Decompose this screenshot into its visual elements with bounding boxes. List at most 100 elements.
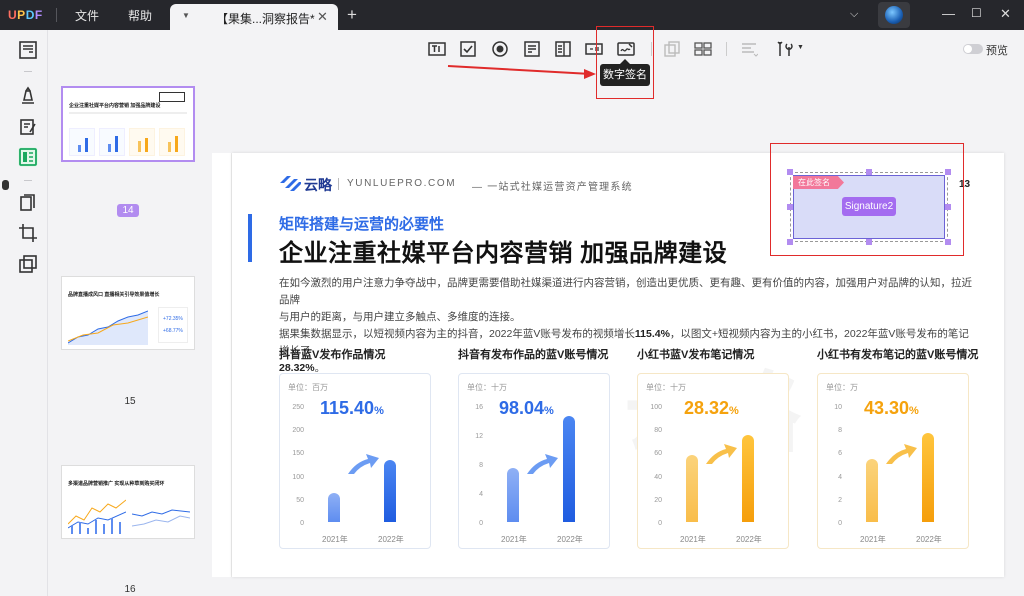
organize-pages-icon[interactable] xyxy=(18,193,38,213)
thumbnail-page-16[interactable]: 多渠道品牌营销推广 实现从种草到购买闭环 xyxy=(61,465,195,539)
bar-2021年 xyxy=(507,468,519,522)
bar-2022年 xyxy=(563,416,575,522)
resize-handle[interactable] xyxy=(945,169,951,175)
page-tools-icon[interactable] xyxy=(18,254,38,274)
thumbnail-page-14[interactable]: 企业注重社媒平台内容营销 加强品牌建设 xyxy=(61,86,195,162)
page-title: 企业注重社媒平台内容营销 加强品牌建设 xyxy=(279,240,728,267)
page-number-15: 15 xyxy=(124,396,136,407)
thumbnail-chart xyxy=(69,128,95,156)
align-icon[interactable] xyxy=(740,40,759,58)
crop-icon[interactable] xyxy=(18,223,38,243)
checkbox-icon[interactable] xyxy=(459,40,477,58)
paragraph-line: 与用户的距离，与用户建立多触点、多维度的连接。 xyxy=(279,311,521,323)
form-tools-icon[interactable] xyxy=(777,40,795,58)
page-number-16: 16 xyxy=(124,584,136,595)
new-tab-button[interactable]: + xyxy=(347,5,357,25)
bar-2021年 xyxy=(328,493,340,522)
menu-help[interactable]: 帮助 xyxy=(128,7,152,24)
resize-handle[interactable] xyxy=(945,204,951,210)
thumbnail-stats: +72.35% +68.77% xyxy=(158,307,188,343)
y-tick-label: 0 xyxy=(300,520,304,527)
signature-button[interactable]: Signature2 xyxy=(842,197,896,216)
chart-title: 抖音有发布作品的蓝V账号情况 xyxy=(458,349,609,361)
y-tick-label: 16 xyxy=(475,404,483,411)
growth-value: 115.40% xyxy=(320,398,384,418)
comment-icon[interactable] xyxy=(18,86,38,106)
growth-value: 98.04% xyxy=(499,398,554,418)
app-logo: UPDF xyxy=(8,8,43,22)
bar-2022年 xyxy=(742,435,754,522)
brand-logo-icon xyxy=(280,176,301,191)
y-tick-label: 60 xyxy=(654,450,662,458)
duplicate-field-icon[interactable] xyxy=(663,40,681,58)
thumbnail-chart xyxy=(99,128,125,156)
chart-unit: 单位：十万 xyxy=(646,383,686,392)
preview-label: 预览 xyxy=(986,45,1008,57)
brand-name: 云略 xyxy=(304,177,332,193)
chart-unit: 单位：百万 xyxy=(288,383,328,392)
resize-handle[interactable] xyxy=(945,239,951,245)
thumbnail-title: 多渠道品牌营销推广 实现从种草到购买闭环 xyxy=(68,481,165,487)
thumbnail-title: 品牌直播成风口 直播相关引导效果值增长 xyxy=(68,292,160,298)
panel-toggle-handle[interactable] xyxy=(2,180,9,190)
document-tab[interactable]: ▼ 【果集...洞察报告* ✕ xyxy=(170,4,338,30)
minimize-icon[interactable]: — xyxy=(942,6,955,21)
y-tick-label: 6 xyxy=(838,450,842,458)
thumbnail-chart xyxy=(129,128,155,156)
chart-title: 抖音蓝V发布作品情况 xyxy=(279,349,386,361)
resize-handle[interactable] xyxy=(787,204,793,210)
x-tick-label: 2021年 xyxy=(322,535,348,544)
thumbnail-page-15[interactable]: 品牌直播成风口 直播相关引导效果值增长 +72.35% +68.77% xyxy=(61,276,195,350)
y-tick-label: 4 xyxy=(479,491,483,498)
maximize-icon[interactable]: ☐ xyxy=(971,6,982,20)
x-tick-label: 2022年 xyxy=(916,535,942,544)
growth-value: 28.32% xyxy=(684,398,739,418)
bar-2022年 xyxy=(384,460,396,522)
list-box-icon[interactable] xyxy=(554,40,572,58)
avatar[interactable] xyxy=(878,2,910,28)
tab-close-icon[interactable]: ✕ xyxy=(317,9,328,25)
resize-handle[interactable] xyxy=(866,239,872,245)
divider xyxy=(24,71,32,72)
close-window-icon[interactable]: ✕ xyxy=(1000,6,1011,22)
y-tick-label: 40 xyxy=(654,473,662,481)
divider xyxy=(24,180,32,181)
chart-title: 小红书有发布笔记的蓝V账号情况 xyxy=(817,349,979,361)
resize-handle[interactable] xyxy=(866,169,872,175)
section-subtitle: 矩阵搭建与运营的必要性 xyxy=(279,216,445,233)
y-tick-label: 10 xyxy=(834,404,842,411)
tab-dropdown-icon[interactable]: ▼ xyxy=(182,11,190,20)
growth-arrow-icon xyxy=(706,444,737,464)
brand-url: YUNLUEPRO.COM xyxy=(347,178,457,189)
tooltip: 数字签名 xyxy=(600,59,650,86)
menu-file[interactable]: 文件 xyxy=(75,7,99,24)
chart-title: 小红书蓝V发布笔记情况 xyxy=(637,349,755,361)
accent-bar xyxy=(248,214,252,262)
y-tick-label: 100 xyxy=(650,404,662,411)
preview-toggle[interactable] xyxy=(963,44,983,54)
previous-page-edge xyxy=(212,153,232,577)
chart-card: 单位：百万 250 200 150 100 50 0 115.40% 2021年 2022年 xyxy=(279,373,431,549)
x-tick-label: 2021年 xyxy=(501,535,527,544)
text-field-icon[interactable] xyxy=(428,40,446,58)
resize-handle[interactable] xyxy=(787,239,793,245)
chart-unit: 单位：万 xyxy=(826,383,858,392)
chevron-down-icon[interactable]: ⌵ xyxy=(850,8,858,21)
dropdown-field-icon[interactable] xyxy=(523,40,541,58)
avatar-image xyxy=(885,6,903,24)
radio-button-icon[interactable] xyxy=(491,40,509,58)
title-bar: UPDF 文件 帮助 ▼ 【果集...洞察报告* ✕ + ⌵ — ☐ ✕ xyxy=(0,0,1024,30)
chevron-down-icon[interactable]: ▼ xyxy=(797,44,804,51)
x-tick-label: 2022年 xyxy=(557,535,583,544)
divider xyxy=(56,8,57,22)
reader-mode-icon[interactable] xyxy=(18,40,38,60)
thumbnail-text-line xyxy=(69,112,187,114)
grid-icon[interactable] xyxy=(694,40,712,58)
resize-handle[interactable] xyxy=(787,169,793,175)
chart-card: 单位：万 10 8 6 4 2 0 43.30% 2021年 2022年 xyxy=(817,373,969,549)
prepare-form-icon[interactable] xyxy=(18,147,38,167)
edit-pdf-icon[interactable] xyxy=(18,117,38,137)
y-tick-label: 8 xyxy=(479,462,483,469)
annotation-arrow xyxy=(447,65,596,79)
brand-slogan-text: 一站式社媒运营资产管理系统 xyxy=(487,182,633,193)
